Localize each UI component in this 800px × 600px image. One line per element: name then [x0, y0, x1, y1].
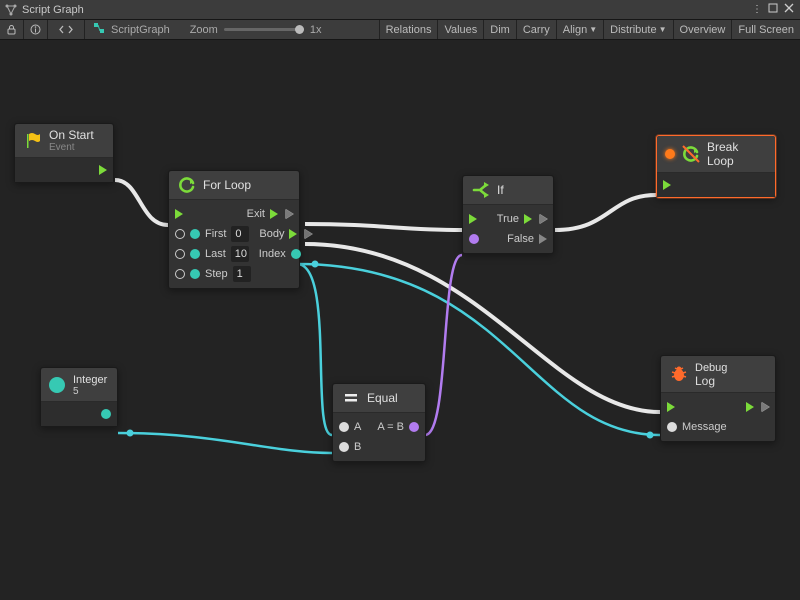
flow-input-port[interactable] — [663, 180, 671, 190]
index-port[interactable] — [291, 249, 301, 259]
node-title: Debug — [695, 362, 727, 374]
align-menu[interactable]: Align▼ — [556, 20, 603, 39]
node-if[interactable]: If True False — [462, 175, 554, 254]
flow-output-port[interactable] — [99, 165, 107, 175]
step-value[interactable]: 1 — [233, 266, 251, 282]
close-icon[interactable] — [782, 3, 796, 17]
value-output-port[interactable] — [101, 409, 111, 419]
integer-icon — [49, 377, 65, 393]
true-proxy-icon — [539, 214, 547, 224]
bug-icon — [669, 364, 689, 384]
fullscreen-button[interactable]: Full Screen — [731, 20, 800, 39]
exit-label: Exit — [247, 208, 265, 220]
node-equal[interactable]: Equal A A = B B — [332, 383, 426, 462]
true-port[interactable] — [524, 214, 532, 224]
warning-icon — [665, 149, 675, 159]
exit-proxy-icon — [285, 209, 293, 219]
step-port[interactable] — [190, 269, 200, 279]
dim-toggle[interactable]: Dim — [483, 20, 516, 39]
lock-button[interactable] — [0, 20, 24, 39]
exit-port[interactable] — [270, 209, 278, 219]
condition-port[interactable] — [469, 234, 479, 244]
flow-input-port[interactable] — [667, 402, 675, 412]
equal-icon — [341, 388, 361, 408]
relations-toggle[interactable]: Relations — [379, 20, 438, 39]
integer-value[interactable]: 5 — [73, 386, 107, 397]
node-title: Equal — [367, 391, 398, 405]
result-output-port[interactable] — [409, 422, 419, 432]
graph-canvas[interactable]: On Start Event For Loop Exit — [0, 40, 800, 600]
flow-proxy-icon — [761, 402, 769, 412]
title-bar: Script Graph ⋮ — [0, 0, 800, 20]
flow-input-port[interactable] — [175, 209, 183, 219]
node-for-loop[interactable]: For Loop Exit First 0 Body — [168, 170, 300, 289]
flag-icon — [23, 131, 43, 151]
flow-output-port[interactable] — [746, 402, 754, 412]
node-break-loop[interactable]: Break Loop — [656, 135, 776, 198]
node-integer[interactable]: Integer 5 — [40, 367, 118, 427]
overview-button[interactable]: Overview — [673, 20, 732, 39]
first-port[interactable] — [190, 229, 200, 239]
more-menu-icon[interactable]: ⋮ — [750, 3, 764, 17]
code-button[interactable] — [48, 20, 84, 39]
message-port[interactable] — [667, 422, 677, 432]
edges-layer — [0, 40, 800, 600]
maximize-icon[interactable] — [766, 3, 780, 17]
first-value[interactable]: 0 — [231, 226, 249, 242]
node-subtitle: Event — [49, 142, 94, 153]
carry-toggle[interactable]: Carry — [516, 20, 556, 39]
step-alt-port[interactable] — [175, 269, 185, 279]
node-header[interactable]: On Start Event — [15, 124, 113, 158]
node-title: On Start — [49, 128, 94, 142]
node-title: For Loop — [203, 178, 251, 192]
node-debug-log[interactable]: Debug Log Message — [660, 355, 776, 442]
distribute-menu[interactable]: Distribute▼ — [603, 20, 672, 39]
branch-icon — [471, 180, 491, 200]
body-port[interactable] — [289, 229, 297, 239]
body-proxy-icon — [304, 229, 312, 239]
zoom-value: 1x — [310, 24, 322, 36]
last-value[interactable]: 10 — [231, 246, 249, 262]
break-loop-icon — [681, 144, 701, 164]
last-alt-port[interactable] — [175, 249, 185, 259]
info-button[interactable] — [24, 20, 48, 39]
a-input-port[interactable] — [339, 422, 349, 432]
flow-input-port[interactable] — [469, 214, 477, 224]
node-title: Integer — [73, 374, 107, 386]
node-subtitle: Log — [695, 374, 727, 388]
zoom-slider[interactable] — [224, 28, 304, 31]
graph-icon — [4, 3, 18, 17]
node-title: Break Loop — [707, 140, 767, 168]
false-port[interactable] — [539, 234, 547, 244]
b-input-port[interactable] — [339, 442, 349, 452]
zoom-label: Zoom — [190, 24, 218, 36]
zoom-thumb[interactable] — [295, 25, 304, 34]
scriptgraph-breadcrumb-icon — [93, 22, 105, 37]
values-toggle[interactable]: Values — [437, 20, 483, 39]
window-title: Script Graph — [22, 4, 746, 16]
first-alt-port[interactable] — [175, 229, 185, 239]
loop-icon — [177, 175, 197, 195]
node-title: If — [497, 183, 504, 197]
breadcrumb-label[interactable]: ScriptGraph — [111, 24, 170, 36]
toolbar: ScriptGraph Zoom 1x Relations Values Dim… — [0, 20, 800, 40]
node-on-start[interactable]: On Start Event — [14, 123, 114, 183]
last-port[interactable] — [190, 249, 200, 259]
